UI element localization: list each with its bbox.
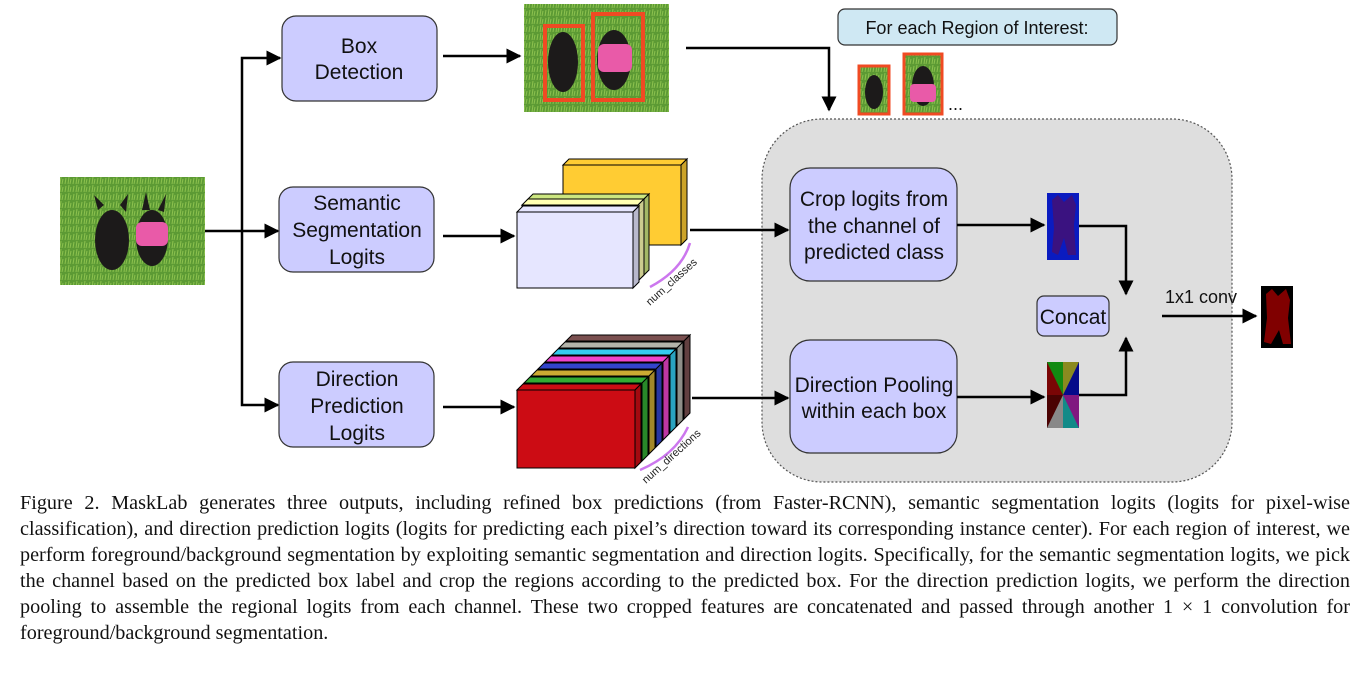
roi-ellipsis: ... bbox=[948, 94, 963, 114]
crop-logits-label-1: Crop logits from bbox=[800, 188, 948, 211]
arrow-input-to-dirpred bbox=[240, 231, 280, 413]
direction-prediction-block: Direction Prediction Logits bbox=[278, 361, 435, 448]
semantic-logits-stack bbox=[515, 157, 689, 290]
dirpred-label-1: Direction bbox=[316, 368, 399, 391]
direction-logits-stack bbox=[515, 333, 692, 470]
semantic-channel-3 bbox=[515, 204, 641, 290]
conv-label: 1x1 conv bbox=[1165, 287, 1237, 307]
cropped-semantic-logits bbox=[1047, 193, 1079, 260]
box-detection-label-2: Detection bbox=[315, 61, 404, 84]
roi-label-text: For each Region of Interest: bbox=[865, 18, 1088, 38]
crop-logits-label-3: predicted class bbox=[804, 241, 944, 264]
semseg-label-2: Segmentation bbox=[292, 219, 422, 242]
arrow-detections-to-region bbox=[686, 46, 837, 112]
pooled-direction-logits bbox=[1047, 362, 1079, 428]
dirpred-label-2: Prediction bbox=[310, 395, 403, 418]
dirpool-label-1: Direction Pooling bbox=[795, 374, 954, 397]
crop-logits-label-2: the channel of bbox=[808, 215, 940, 238]
input-image bbox=[60, 177, 205, 285]
box-detection-label-1: Box bbox=[341, 35, 378, 58]
arrow-input-to-boxdet bbox=[240, 50, 282, 231]
detections-image bbox=[524, 4, 669, 112]
semantic-segmentation-block: Semantic Segmentation Logits bbox=[278, 186, 435, 273]
output-mask bbox=[1261, 286, 1293, 348]
concat-label: Concat bbox=[1040, 306, 1107, 329]
dirpool-label-2: within each box bbox=[801, 400, 947, 423]
figure-caption: Figure 2. MaskLab generates three output… bbox=[20, 492, 1350, 644]
semseg-label-3: Logits bbox=[329, 246, 385, 269]
dirpred-label-3: Logits bbox=[329, 422, 385, 445]
maskLab-diagram: Box Detection Semantic Segmentation Logi… bbox=[60, 4, 1293, 486]
box-detection-block: Box Detection bbox=[281, 15, 438, 102]
crop-logits-block: Crop logits from the channel of predicte… bbox=[789, 167, 958, 282]
num-classes-label: num_classes bbox=[644, 256, 700, 308]
direction-channel-7 bbox=[515, 382, 643, 470]
roi-crops: ... bbox=[857, 52, 963, 116]
semseg-label-1: Semantic bbox=[313, 192, 401, 215]
concat-block: Concat bbox=[1036, 295, 1110, 337]
direction-pooling-block: Direction Pooling within each box bbox=[789, 339, 958, 454]
roi-label: For each Region of Interest: bbox=[837, 8, 1118, 46]
